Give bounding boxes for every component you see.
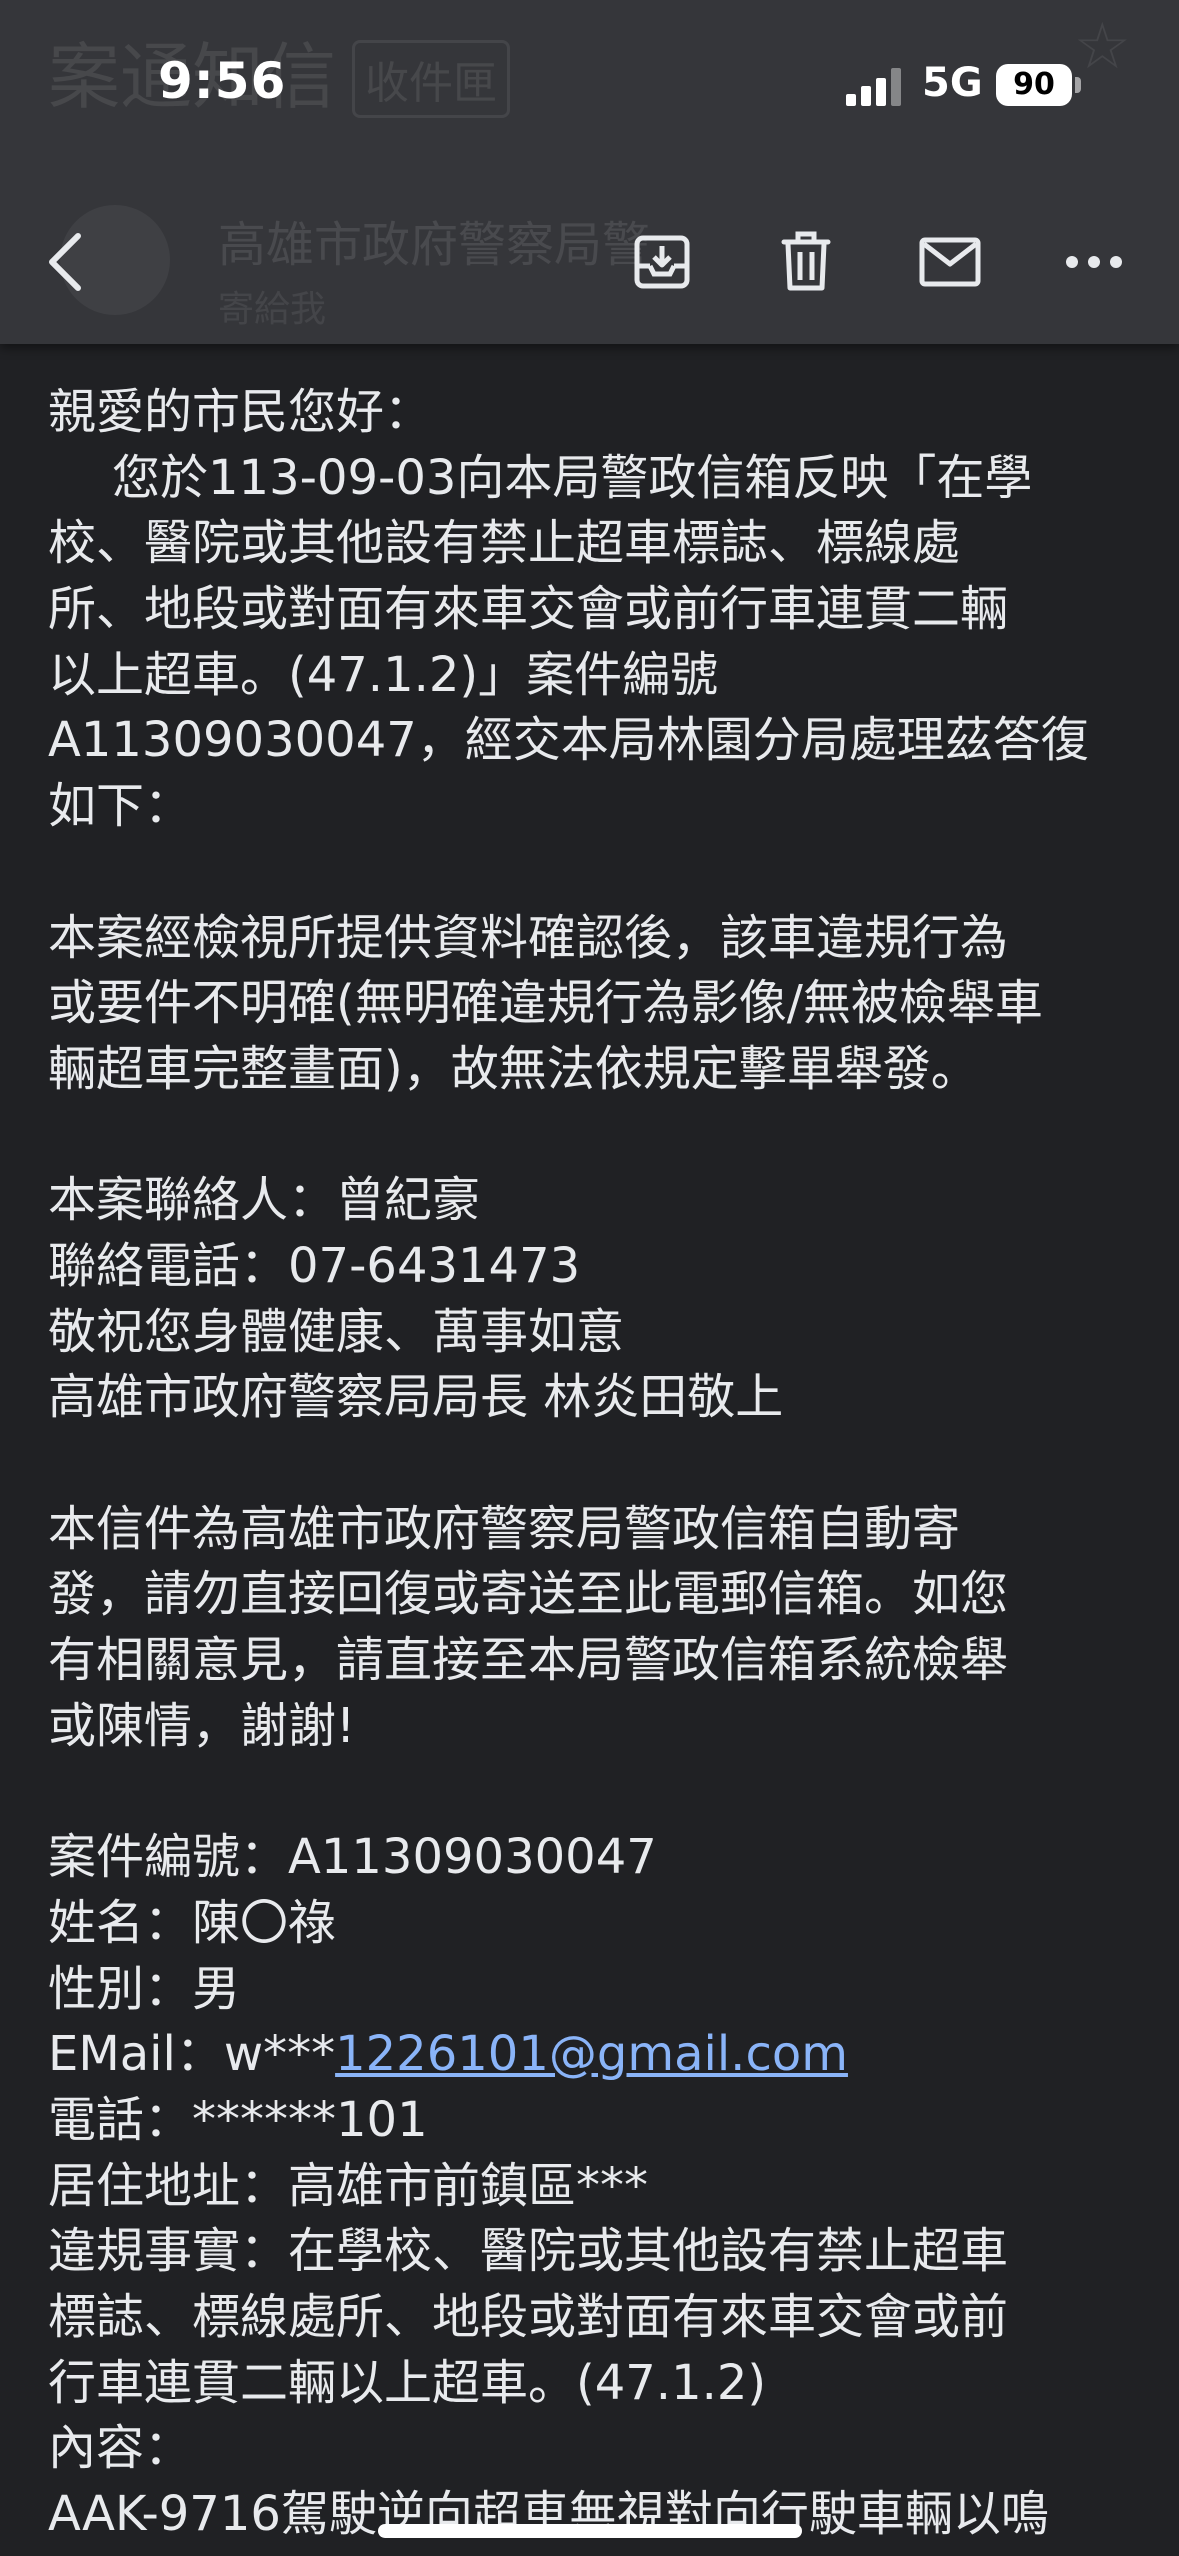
content-label: 內容：	[48, 2420, 193, 2477]
body-line: 輛超車完整畫面)，故無法依規定擊單舉發。	[48, 1040, 979, 1097]
contact-person: 本案聯絡人：曾紀豪	[48, 1172, 481, 1229]
body-line: 您於113-09-03向本局警政信箱反映「在學	[112, 449, 1033, 506]
inbox-label: 收件匣	[352, 40, 510, 118]
email-prefix: EMail：w***	[48, 2026, 336, 2083]
reporter-email: EMail：w***1226101@gmail.com	[48, 2022, 1158, 2088]
violation-line: 標誌、標線處所、地段或對面有來車交會或前	[48, 2288, 1009, 2345]
archive-icon[interactable]	[622, 222, 702, 302]
wishes-text: 敬祝您身體健康、萬事如意	[48, 1303, 625, 1360]
email-header: 案通知信 收件匣 ☆ 高雄市政府警察局警 寄給我 9:56 5G 90	[0, 0, 1179, 344]
reporter-phone: 電話：******101	[48, 2091, 428, 2148]
notice-line: 或陳情，謝謝!	[48, 1697, 356, 1754]
contact-phone: 聯絡電話：07-6431473	[48, 1237, 581, 1294]
more-icon[interactable]	[1054, 222, 1134, 302]
network-type: 5G	[922, 60, 983, 106]
body-line: 所、地段或對面有來車交會或前行車連貫二輛	[48, 581, 1009, 638]
body-line: 本案經檢視所提供資料確認後，該車違規行為	[48, 909, 1009, 966]
status-time: 9:56	[158, 52, 287, 110]
body-line: A11309030047，經交本局林園分局處理茲答復	[48, 712, 1089, 769]
body-line: 如下：	[48, 778, 193, 835]
notice-line: 本信件為高雄市政府警察局警政信箱自動寄	[48, 1500, 961, 1557]
recipient-label: 寄給我	[218, 289, 327, 330]
email-body: 親愛的市民您好： 您於113-09-03向本局警政信箱反映「在學 校、醫院或其他…	[48, 380, 1158, 2548]
violation-line: 違規事實：在學校、醫院或其他設有禁止超車	[48, 2223, 1009, 2280]
home-indicator[interactable]	[378, 2524, 802, 2538]
case-number: 案件編號：A11309030047	[48, 1829, 657, 1886]
battery-tip	[1075, 77, 1081, 93]
greeting-text: 親愛的市民您好：	[48, 384, 433, 440]
notice-line: 發，請勿直接回復或寄送至此電郵信箱。如您	[48, 1566, 1009, 1623]
violation-line: 行車連貫二輛以上超車。(47.1.2)	[48, 2354, 767, 2411]
signature-text: 高雄市政府警察局局長 林炎田敬上	[48, 1369, 784, 1426]
body-line: 校、醫院或其他設有禁止超車標誌、標線處	[48, 515, 961, 572]
body-line: 或要件不明確(無明確違規行為影像/無被檢舉車	[48, 975, 1043, 1032]
sender-name: 高雄市政府警察局警	[218, 217, 651, 273]
reporter-name: 姓名：陳〇祿	[48, 1894, 337, 1951]
battery-icon: 90	[996, 64, 1072, 106]
notice-line: 有相關意見，請直接至本局警政信箱系統檢舉	[48, 1632, 1009, 1689]
body-line: 以上超車。(47.1.2)」案件編號	[48, 646, 719, 703]
reporter-address: 居住地址：高雄市前鎮區***	[48, 2157, 649, 2214]
back-icon[interactable]	[28, 222, 108, 302]
mark-unread-icon[interactable]	[910, 222, 990, 302]
delete-icon[interactable]	[766, 222, 846, 302]
email-link[interactable]: 1226101@gmail.com	[335, 2026, 848, 2082]
cellular-signal-icon	[846, 68, 902, 106]
star-icon: ☆	[1073, 10, 1131, 84]
reporter-gender: 性別：男	[48, 1960, 241, 2017]
